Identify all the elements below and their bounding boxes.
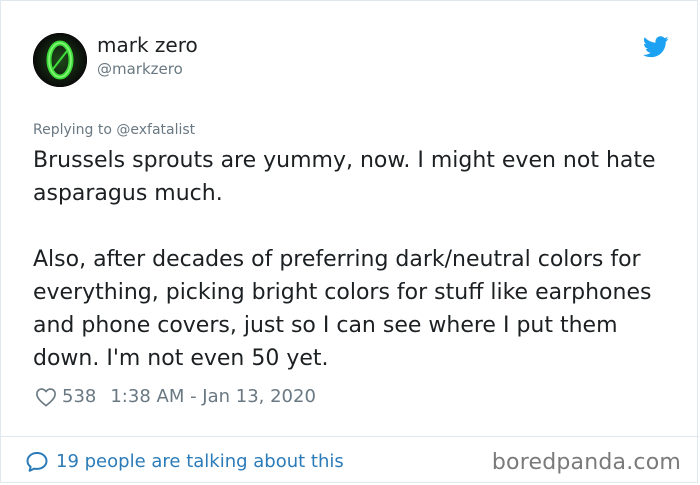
like-count[interactable]: 538 bbox=[62, 386, 96, 408]
conversation-link[interactable]: 19 people are talking about this bbox=[25, 450, 344, 474]
tweet-paragraph: Brussels sprouts are yummy, now. I might… bbox=[33, 148, 656, 206]
heart-icon[interactable] bbox=[35, 387, 57, 407]
avatar[interactable] bbox=[33, 33, 87, 87]
divider bbox=[1, 436, 699, 437]
replying-to[interactable]: Replying to @exfatalist bbox=[33, 121, 195, 139]
twitter-bird-icon[interactable] bbox=[643, 36, 669, 58]
tweet-text: Brussels sprouts are yummy, now. I might… bbox=[33, 144, 673, 375]
tweet-meta: 538 1:38 AM - Jan 13, 2020 bbox=[35, 386, 316, 408]
tweet-paragraph: Also, after decades of preferring dark/n… bbox=[33, 247, 652, 371]
watermark: boredpanda.com bbox=[491, 450, 681, 475]
avatar-image bbox=[33, 33, 87, 87]
conversation-label: 19 people are talking about this bbox=[56, 451, 344, 472]
speech-bubble-icon bbox=[26, 452, 48, 472]
timestamp[interactable]: 1:38 AM - Jan 13, 2020 bbox=[110, 386, 316, 408]
tweet-card: mark zero @markzero Replying to @exfatal… bbox=[0, 0, 699, 483]
author-handle[interactable]: @markzero bbox=[97, 60, 183, 78]
author-display-name[interactable]: mark zero bbox=[97, 33, 198, 57]
